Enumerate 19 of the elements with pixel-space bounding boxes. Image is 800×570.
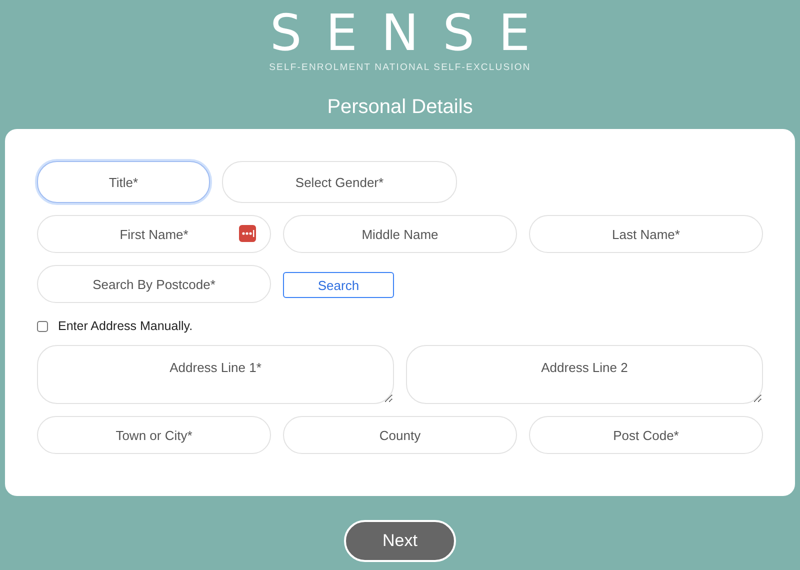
input-field[interactable]: Middle Name — [283, 215, 517, 253]
page-heading: Personal Details — [327, 95, 473, 119]
select-field[interactable]: Title* — [37, 161, 210, 203]
password-manager-icon[interactable] — [239, 225, 256, 242]
checkbox[interactable] — [37, 320, 48, 332]
search-button[interactable]: Search — [283, 272, 394, 298]
input-field[interactable]: Last Name* — [529, 215, 763, 253]
select-field[interactable]: Select Gender* — [222, 161, 457, 203]
input-field[interactable]: Post Code* — [529, 416, 763, 454]
input-field[interactable]: Search By Postcode* — [37, 265, 271, 303]
textarea-field[interactable]: Address Line 2 — [406, 345, 763, 404]
textarea-field[interactable]: Address Line 1* — [37, 345, 394, 404]
input-field[interactable]: County — [283, 416, 517, 454]
logo-tagline: SELF-ENROLMENT NATIONAL SELF-EXCLUSION — [269, 62, 531, 73]
next-button[interactable]: Next — [344, 520, 456, 562]
input-field[interactable]: Town or City* — [37, 416, 271, 454]
input-field[interactable]: First Name* — [37, 215, 271, 253]
checkbox-label: Enter Address Manually. — [58, 319, 193, 333]
logo: SENSE — [270, 4, 554, 62]
